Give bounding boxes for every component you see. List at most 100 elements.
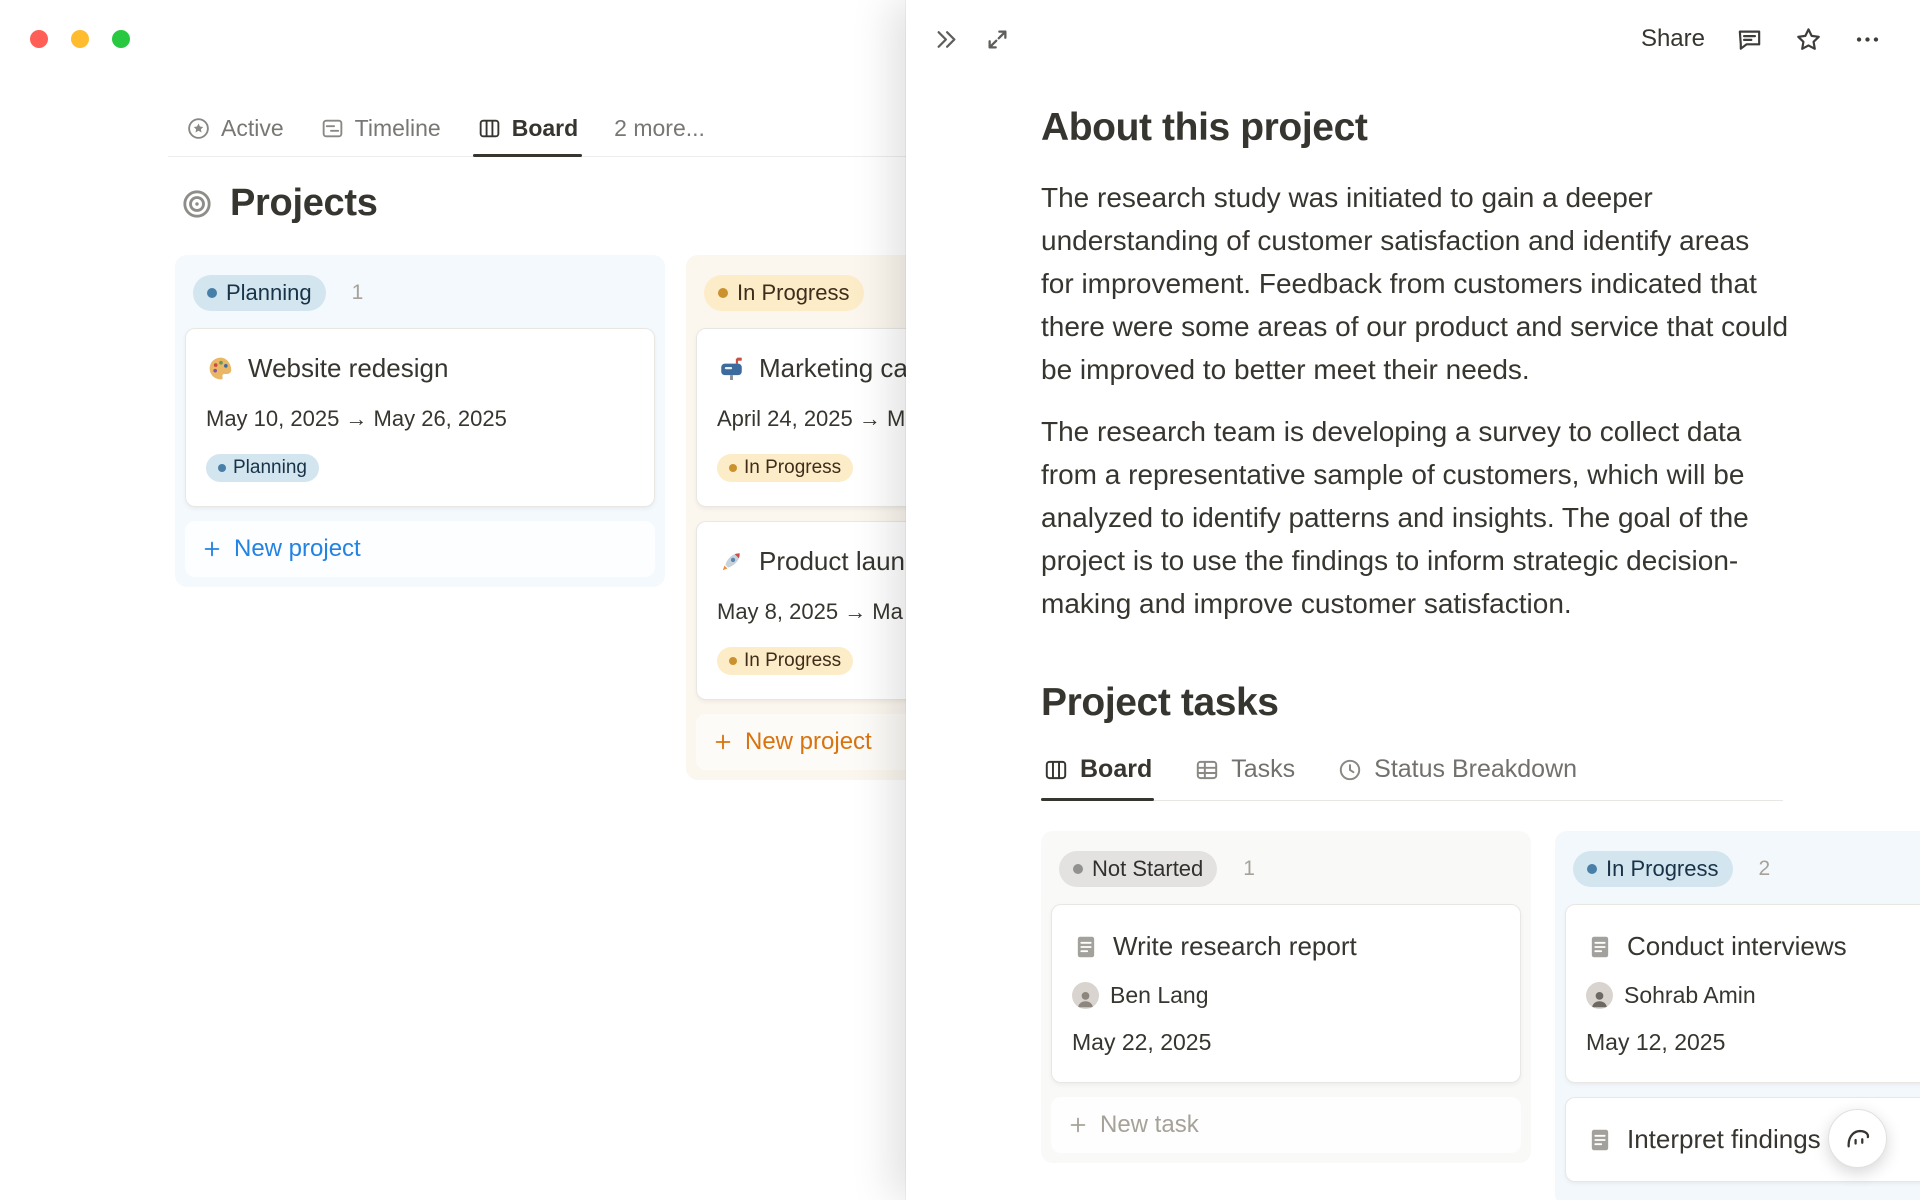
status-badge-planning: Planning: [193, 275, 326, 311]
timeline-icon: [320, 116, 345, 141]
view-tab-label: Active: [221, 114, 284, 141]
zoom-button[interactable]: [112, 30, 130, 48]
avatar: [1586, 982, 1613, 1009]
assignee-row: Sohrab Amin: [1586, 982, 1920, 1009]
task-card-write-research-report[interactable]: Write research report Ben Lang May 22, 2…: [1051, 904, 1521, 1083]
app-window: Active Timeline Board 2 more... Projects: [0, 0, 1920, 1200]
ai-face-icon: [1842, 1123, 1874, 1155]
tab-label: Board: [1080, 755, 1153, 783]
status-dot-icon: [729, 464, 737, 472]
view-tab-more[interactable]: 2 more...: [614, 99, 705, 157]
new-project-label: New project: [745, 728, 872, 755]
card-status-badge: Planning: [206, 454, 319, 482]
comment-icon[interactable]: [1735, 25, 1764, 54]
board-icon: [477, 116, 502, 141]
expand-icon[interactable]: [983, 25, 1012, 54]
column-count: 1: [1243, 857, 1255, 880]
tab-label: Tasks: [1231, 755, 1296, 783]
assignee-name: Ben Lang: [1110, 982, 1209, 1008]
card-title: Product laun: [759, 546, 905, 576]
tasks-view-tabs: Board Tasks Status Breakdown: [1041, 745, 1783, 801]
view-tab-label: Timeline: [354, 114, 441, 141]
close-button[interactable]: [30, 30, 48, 48]
status-dot-icon: [1073, 864, 1083, 874]
board-column-planning: Planning 1 Website redesign May 10, 2025…: [175, 255, 665, 587]
status-label: In Progress: [744, 650, 842, 671]
minimize-button[interactable]: [71, 30, 89, 48]
column-count: 2: [1758, 857, 1771, 880]
new-project-button[interactable]: New project: [185, 521, 655, 577]
status-dot-icon: [718, 288, 728, 298]
assignee-name: Sohrab Amin: [1624, 982, 1756, 1008]
view-tab-label: 2 more...: [614, 114, 705, 141]
status-dot-icon: [207, 288, 217, 298]
view-tab-active[interactable]: Active: [186, 99, 284, 157]
peek-title: About this project: [1041, 106, 1368, 149]
peek-toolbar: Share: [906, 0, 1920, 78]
card-status-badge: In Progress: [717, 647, 854, 675]
new-task-label: New task: [1100, 1111, 1199, 1138]
page-title-row: Projects: [180, 182, 378, 225]
view-tab-timeline[interactable]: Timeline: [320, 99, 441, 157]
tasks-heading: Project tasks: [1041, 681, 1279, 724]
tasks-board: Not Started 1 Write research report Ben …: [1041, 831, 1920, 1200]
more-icon[interactable]: [1853, 25, 1882, 54]
status-dot-icon: [1587, 864, 1597, 874]
project-card-website-redesign[interactable]: Website redesign May 10, 2025 → May 26, …: [185, 328, 655, 507]
page-icon: [1586, 1126, 1614, 1154]
plus-icon: [201, 538, 223, 560]
clock-icon: [1337, 757, 1363, 783]
card-status-badge: In Progress: [717, 454, 854, 482]
page-title: Projects: [230, 182, 378, 224]
close-peek-button[interactable]: [932, 25, 961, 54]
plus-icon: [1067, 1114, 1089, 1136]
card-dates: May 10, 2025 → May 26, 2025: [206, 406, 507, 431]
paragraph: The research team is developing a survey…: [1041, 416, 1749, 619]
tab-tasks[interactable]: Tasks: [1192, 745, 1297, 800]
favorite-star-icon[interactable]: [1794, 25, 1823, 54]
column-count: 1: [351, 281, 364, 304]
new-project-label: New project: [234, 535, 361, 562]
status-label: In Progress: [744, 457, 842, 478]
plus-icon: [712, 731, 734, 753]
page-icon: [1586, 933, 1614, 961]
status-label: Planning: [226, 280, 312, 305]
page-icon: [1072, 933, 1100, 961]
new-task-button[interactable]: New task: [1051, 1097, 1521, 1153]
rocket-icon: [717, 547, 746, 576]
palette-icon: [206, 354, 235, 383]
task-column-not-started: Not Started 1 Write research report Ben …: [1041, 831, 1531, 1163]
status-badge-not-started: Not Started: [1059, 851, 1218, 887]
mailbox-icon: [717, 354, 746, 383]
view-tab-board[interactable]: Board: [472, 99, 583, 157]
status-label: Planning: [233, 457, 307, 478]
task-date: May 22, 2025: [1072, 1029, 1212, 1055]
assignee-row: Ben Lang: [1072, 982, 1500, 1009]
side-peek-panel: Share About this project The research st…: [906, 0, 1920, 1200]
target-icon: [180, 187, 214, 221]
table-icon: [1194, 757, 1220, 783]
paragraph: The research study was initiated to gain…: [1041, 182, 1789, 385]
view-tab-label: Board: [511, 114, 579, 141]
ai-assistant-button[interactable]: [1828, 1109, 1887, 1168]
status-dot-icon: [729, 657, 737, 665]
status-badge-in-progress: In Progress: [1573, 851, 1733, 887]
task-date: May 12, 2025: [1586, 1029, 1726, 1055]
status-label: Not Started: [1092, 856, 1204, 881]
share-button[interactable]: Share: [1641, 25, 1705, 53]
column-header: Not Started 1: [1051, 841, 1521, 904]
task-title: Interpret findings: [1627, 1124, 1821, 1154]
task-card-conduct-interviews[interactable]: Conduct interviews Sohrab Amin May 12, 2…: [1565, 904, 1920, 1083]
avatar: [1072, 982, 1099, 1009]
column-header: In Progress 2: [1565, 841, 1920, 904]
status-badge-in-progress: In Progress: [704, 275, 864, 311]
card-title: Marketing ca: [759, 353, 908, 383]
task-title: Conduct interviews: [1627, 931, 1847, 961]
card-title: Website redesign: [248, 353, 449, 383]
tab-board[interactable]: Board: [1041, 745, 1155, 801]
view-tabs: Active Timeline Board 2 more...: [186, 99, 705, 157]
task-title: Write research report: [1113, 931, 1357, 961]
status-dot-icon: [218, 464, 226, 472]
tab-status-breakdown[interactable]: Status Breakdown: [1335, 745, 1579, 800]
board-icon: [1043, 757, 1069, 783]
